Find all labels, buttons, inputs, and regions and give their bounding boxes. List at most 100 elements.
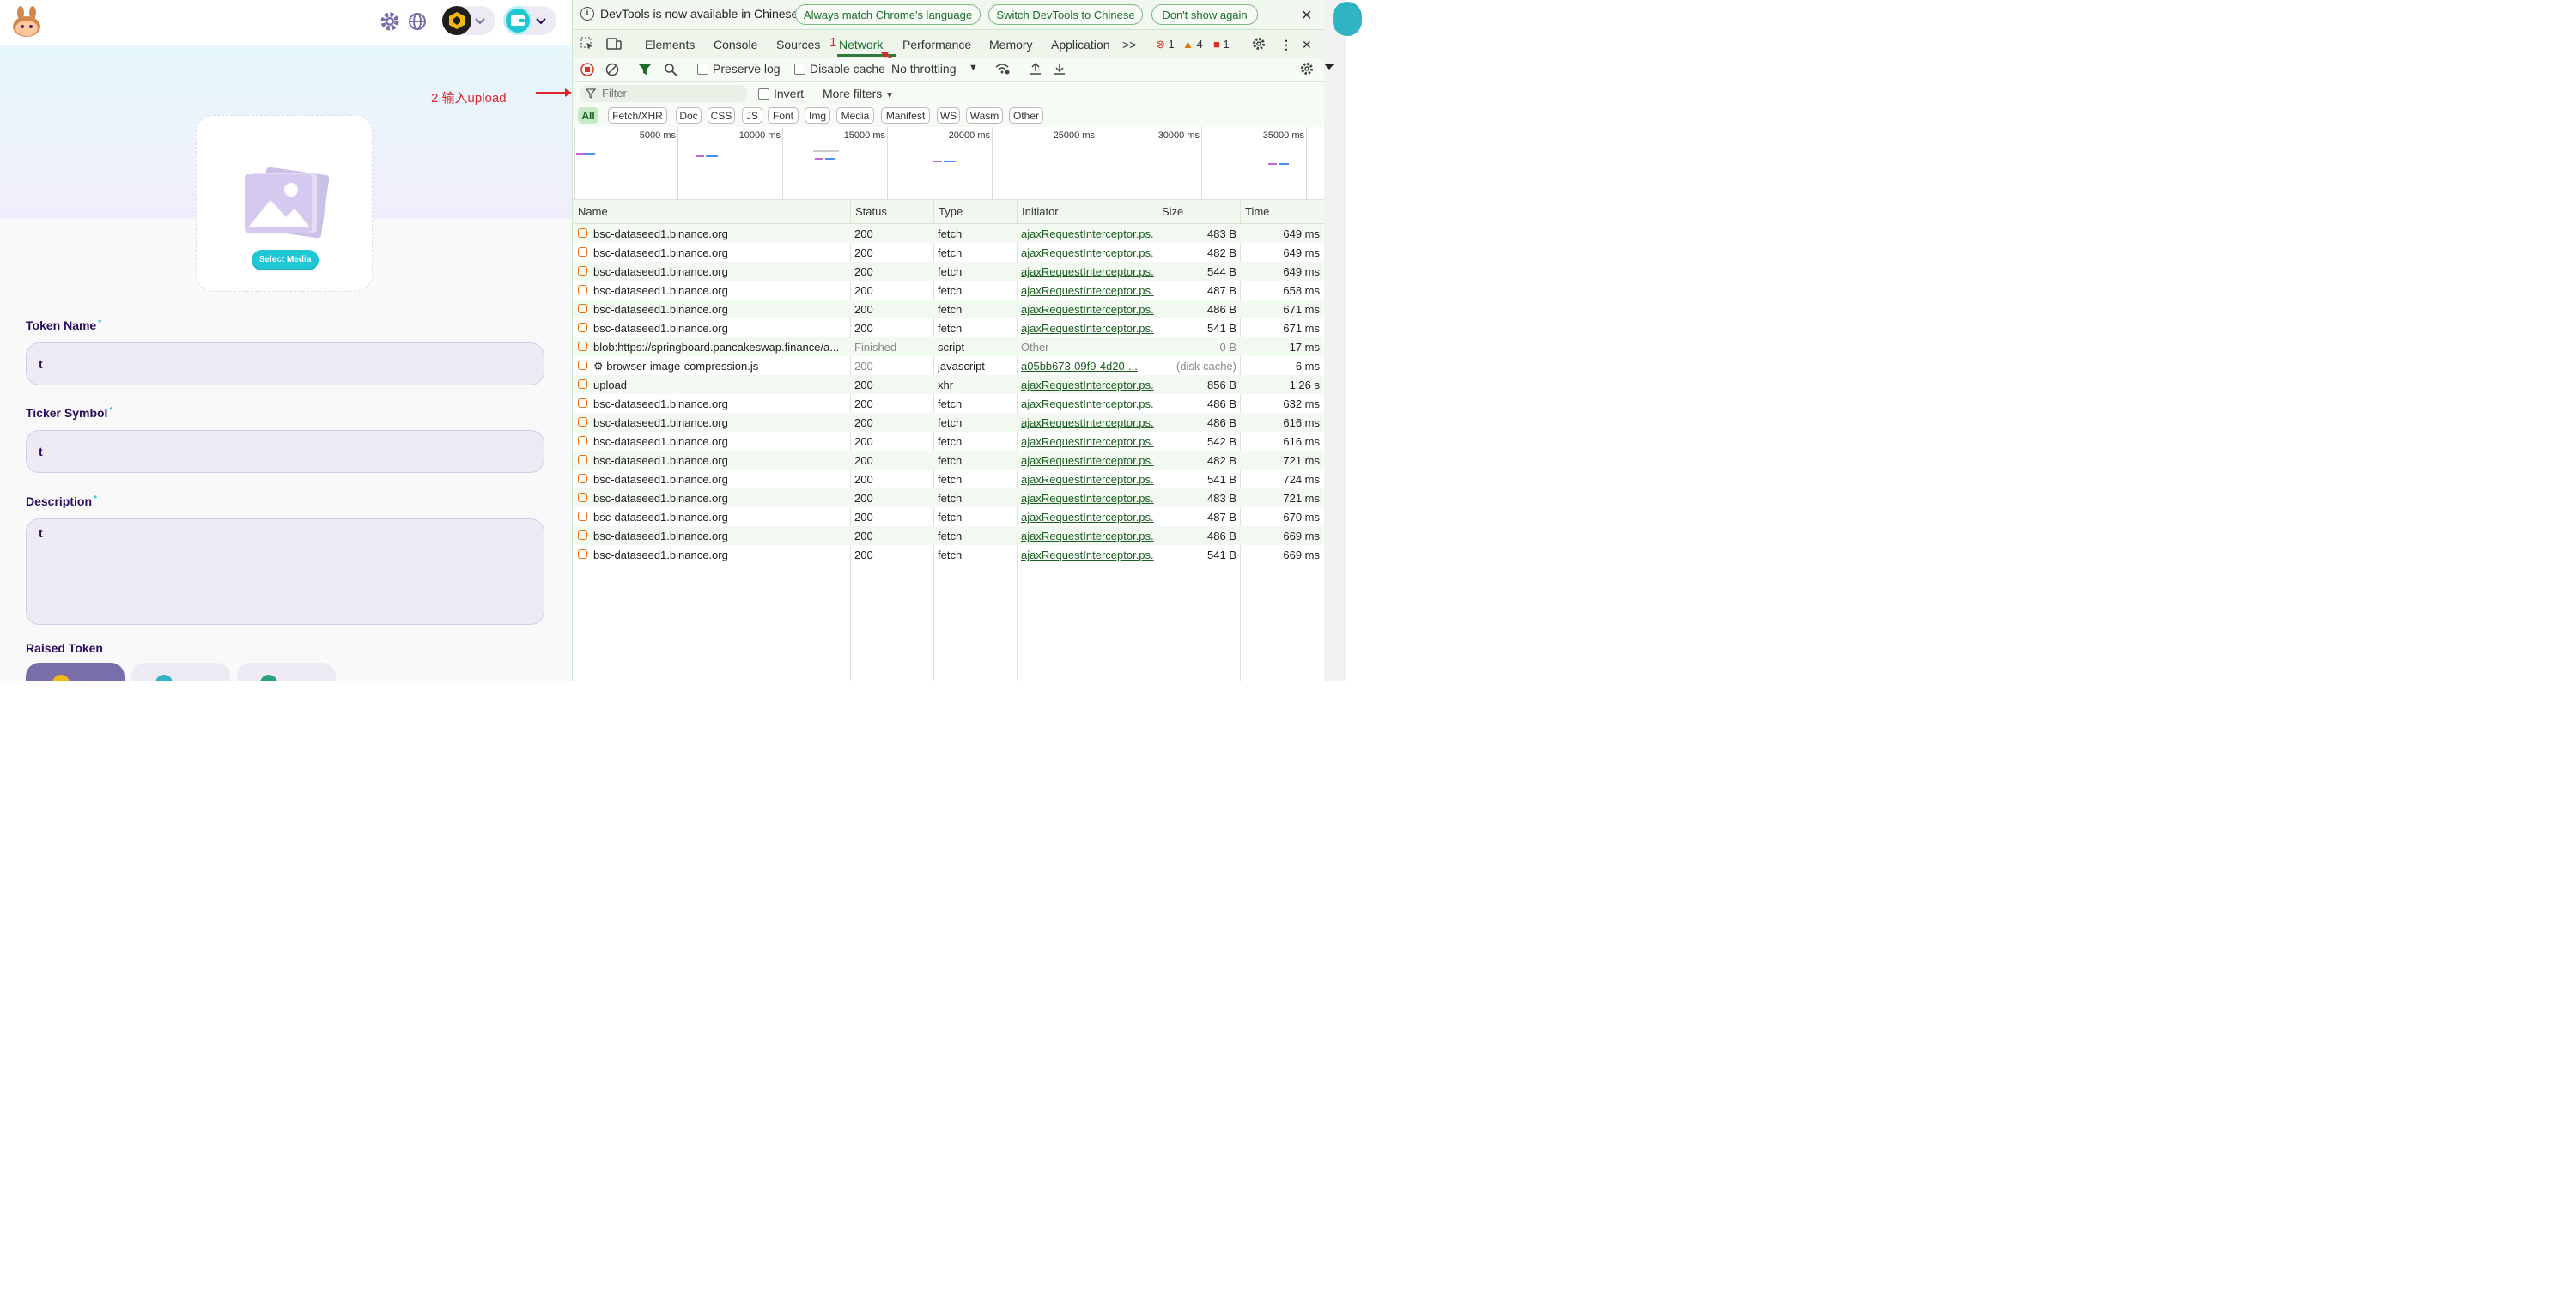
record-stop-icon[interactable] bbox=[580, 63, 594, 76]
ticker-symbol-input[interactable]: t bbox=[26, 430, 544, 473]
request-initiator[interactable]: ajaxRequestInterceptor.ps. bbox=[1021, 284, 1157, 297]
inspect-element-icon[interactable] bbox=[580, 37, 594, 51]
table-row[interactable]: bsc-dataseed1.binance.org 200 fetch ajaxReq… bbox=[573, 318, 1323, 337]
tab-console[interactable]: Console bbox=[714, 38, 757, 52]
request-initiator[interactable]: ajaxRequestInterceptor.ps. bbox=[1021, 416, 1157, 429]
tab-application[interactable]: Application bbox=[1051, 38, 1110, 52]
filter-ws[interactable]: WS bbox=[937, 107, 960, 124]
tab-network[interactable]: Network bbox=[839, 38, 883, 52]
warning-count[interactable]: ▲ 4 bbox=[1182, 38, 1203, 51]
filter-manifest[interactable]: Manifest bbox=[881, 107, 930, 124]
table-row[interactable]: upload 200 xhr ajaxRequestInterceptor.ps. 85… bbox=[573, 375, 1323, 394]
request-initiator[interactable]: ajaxRequestInterceptor.ps. bbox=[1021, 435, 1157, 448]
request-initiator[interactable]: Other bbox=[1021, 341, 1157, 354]
table-row[interactable]: ⚙ browser-image-compression.js 200 javascr… bbox=[573, 356, 1323, 375]
table-row[interactable]: bsc-dataseed1.binance.org 200 fetch ajaxReq… bbox=[573, 281, 1323, 300]
profile-avatar[interactable] bbox=[1333, 2, 1362, 36]
column-size[interactable]: Size bbox=[1162, 205, 1183, 218]
filter-fetch-xhr[interactable]: Fetch/XHR bbox=[608, 107, 667, 124]
description-textarea[interactable]: t bbox=[26, 518, 544, 625]
network-settings-icon[interactable] bbox=[1300, 62, 1314, 76]
network-overview-timeline[interactable]: 5000 ms 10000 ms 15000 ms 20000 ms 25000… bbox=[573, 127, 1325, 200]
network-conditions-icon[interactable] bbox=[994, 62, 1010, 76]
filter-other[interactable]: Other bbox=[1009, 107, 1043, 124]
column-type[interactable]: Type bbox=[939, 205, 963, 218]
import-har-icon[interactable] bbox=[1029, 62, 1042, 76]
table-row[interactable]: bsc-dataseed1.binance.org 200 fetch ajaxReq… bbox=[573, 300, 1323, 318]
device-toolbar-icon[interactable] bbox=[606, 37, 622, 51]
globe-icon[interactable] bbox=[407, 11, 428, 32]
gear-icon[interactable] bbox=[380, 11, 400, 32]
token-name-input[interactable]: t bbox=[26, 342, 544, 385]
request-initiator[interactable]: a05bb673-09f9-4d20-... bbox=[1021, 360, 1157, 373]
column-initiator[interactable]: Initiator bbox=[1022, 205, 1059, 218]
request-initiator[interactable]: ajaxRequestInterceptor.ps. bbox=[1021, 322, 1157, 335]
filter-font[interactable]: Font bbox=[768, 107, 799, 124]
request-initiator[interactable]: ajaxRequestInterceptor.ps. bbox=[1021, 303, 1157, 316]
tab-sources[interactable]: Sources bbox=[776, 38, 820, 52]
request-initiator[interactable]: ajaxRequestInterceptor.ps. bbox=[1021, 511, 1157, 524]
preserve-log-checkbox[interactable] bbox=[697, 64, 708, 75]
tab-elements[interactable]: Elements bbox=[645, 38, 695, 52]
request-initiator[interactable]: ajaxRequestInterceptor.ps. bbox=[1021, 530, 1157, 542]
filter-funnel-icon[interactable] bbox=[638, 63, 652, 76]
table-row[interactable]: bsc-dataseed1.binance.org 200 fetch ajaxReq… bbox=[573, 432, 1323, 451]
table-row[interactable]: bsc-dataseed1.binance.org 200 fetch ajaxReq… bbox=[573, 413, 1323, 432]
table-row[interactable]: blob:https://springboard.pancakeswap.fin… bbox=[573, 337, 1323, 356]
filter-input[interactable]: Filter bbox=[580, 85, 748, 102]
table-row[interactable]: bsc-dataseed1.binance.org 200 fetch ajaxReq… bbox=[573, 262, 1323, 281]
error-count[interactable]: ⊗ 1 bbox=[1156, 38, 1175, 52]
column-name[interactable]: Name bbox=[578, 205, 608, 218]
raised-token-option-2[interactable] bbox=[131, 663, 230, 681]
table-row[interactable]: bsc-dataseed1.binance.org 200 fetch ajaxReq… bbox=[573, 451, 1323, 470]
table-row[interactable]: bsc-dataseed1.binance.org 200 fetch ajaxReq… bbox=[573, 470, 1323, 488]
table-row[interactable]: bsc-dataseed1.binance.org 200 fetch ajaxReq… bbox=[573, 526, 1323, 545]
close-icon[interactable]: ✕ bbox=[1301, 7, 1312, 24]
request-initiator[interactable]: ajaxRequestInterceptor.ps. bbox=[1021, 473, 1157, 486]
filter-wasm[interactable]: Wasm bbox=[966, 107, 1003, 124]
chevron-down-icon[interactable] bbox=[1324, 64, 1334, 70]
column-time[interactable]: Time bbox=[1245, 205, 1269, 218]
match-language-button[interactable]: Always match Chrome's language bbox=[795, 4, 981, 25]
request-initiator[interactable]: ajaxRequestInterceptor.ps. bbox=[1021, 454, 1157, 467]
media-upload-card[interactable]: Select Media bbox=[196, 115, 373, 292]
table-row[interactable]: bsc-dataseed1.binance.org 200 fetch ajaxReq… bbox=[573, 394, 1323, 413]
request-initiator[interactable]: ajaxRequestInterceptor.ps. bbox=[1021, 246, 1157, 259]
filter-doc[interactable]: Doc bbox=[676, 107, 702, 124]
filter-all[interactable]: All bbox=[578, 107, 598, 124]
search-icon[interactable] bbox=[664, 63, 677, 76]
column-status[interactable]: Status bbox=[855, 205, 887, 218]
request-initiator[interactable]: ajaxRequestInterceptor.ps. bbox=[1021, 379, 1157, 391]
more-filters-dropdown[interactable]: More filters ▼ bbox=[823, 87, 894, 100]
table-row[interactable]: bsc-dataseed1.binance.org 200 fetch ajaxReq… bbox=[573, 545, 1323, 564]
filter-js[interactable]: JS bbox=[742, 107, 762, 124]
request-initiator[interactable]: ajaxRequestInterceptor.ps. bbox=[1021, 397, 1157, 410]
table-row[interactable]: bsc-dataseed1.binance.org 200 fetch ajaxReq… bbox=[573, 507, 1323, 526]
filter-img[interactable]: Img bbox=[805, 107, 830, 124]
tab-memory[interactable]: Memory bbox=[989, 38, 1033, 52]
table-row[interactable]: bsc-dataseed1.binance.org 200 fetch ajaxReq… bbox=[573, 488, 1323, 507]
export-har-icon[interactable] bbox=[1053, 62, 1066, 76]
settings-gear-icon[interactable] bbox=[1252, 37, 1266, 51]
wallet-button[interactable] bbox=[503, 6, 556, 35]
request-initiator[interactable]: ajaxRequestInterceptor.ps. bbox=[1021, 227, 1157, 240]
raised-token-option-3[interactable] bbox=[237, 663, 336, 681]
table-row[interactable]: bsc-dataseed1.binance.org 200 fetch ajaxReq… bbox=[573, 224, 1323, 243]
network-selector[interactable] bbox=[442, 6, 495, 35]
close-devtools-icon[interactable]: ✕ bbox=[1302, 38, 1312, 52]
kebab-menu-icon[interactable]: ⋮ bbox=[1280, 38, 1292, 52]
dont-show-again-button[interactable]: Don't show again bbox=[1151, 4, 1258, 25]
request-initiator[interactable]: ajaxRequestInterceptor.ps. bbox=[1021, 548, 1157, 561]
invert-checkbox[interactable] bbox=[758, 88, 769, 100]
filter-css[interactable]: CSS bbox=[708, 107, 735, 124]
request-initiator[interactable]: ajaxRequestInterceptor.ps. bbox=[1021, 265, 1157, 278]
clear-icon[interactable] bbox=[605, 63, 619, 76]
table-row[interactable]: bsc-dataseed1.binance.org 200 fetch ajaxReq… bbox=[573, 243, 1323, 262]
disable-cache-checkbox[interactable] bbox=[794, 64, 805, 75]
chevron-down-icon[interactable]: ▼ bbox=[969, 63, 978, 73]
pancake-bunny-logo[interactable] bbox=[10, 5, 43, 38]
more-tabs-button[interactable]: >> bbox=[1122, 38, 1136, 52]
switch-chinese-button[interactable]: Switch DevTools to Chinese bbox=[988, 4, 1143, 25]
raised-token-option-1[interactable] bbox=[26, 663, 125, 681]
issue-count[interactable]: ■ 1 bbox=[1213, 38, 1230, 51]
